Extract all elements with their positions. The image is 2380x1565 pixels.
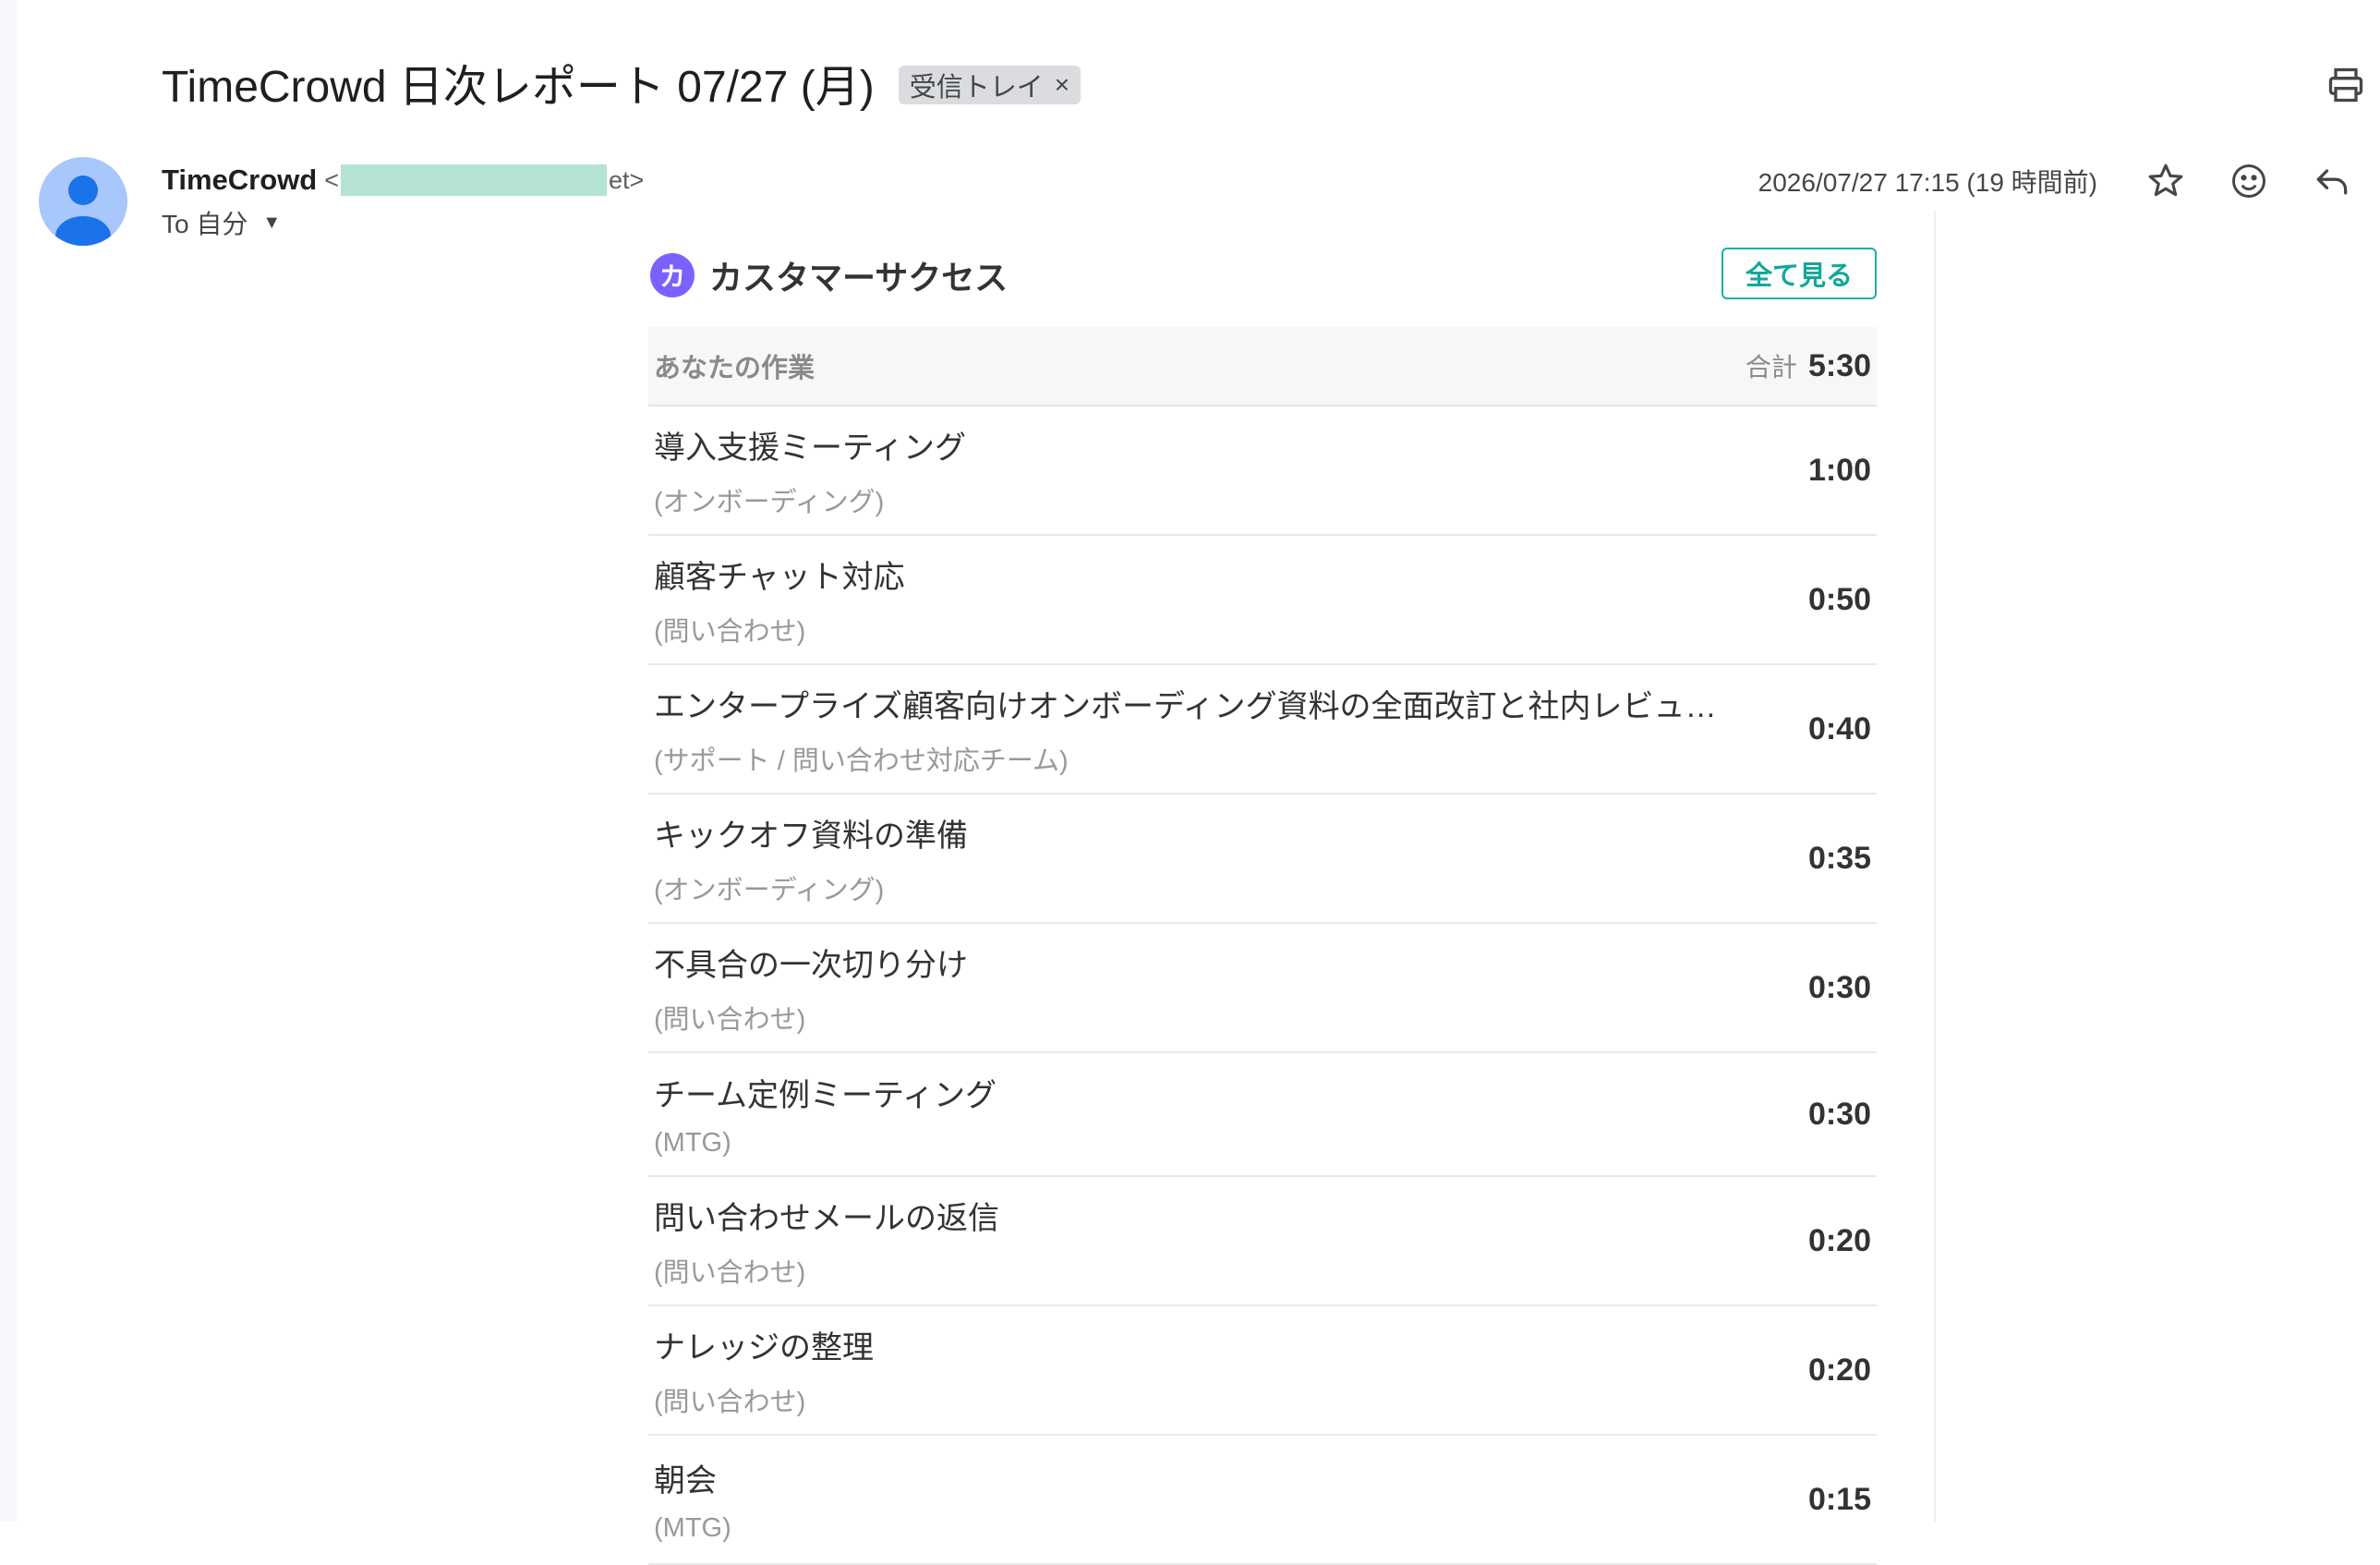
task-text: チーム定例ミーティング (MTG) [654,1070,997,1159]
email-subject: TimeCrowd 日次レポート 07/27 (月) [162,63,875,112]
sender-avatar[interactable] [39,157,127,246]
content-divider [1934,211,1936,1522]
task-duration: 0:40 [1807,710,1871,746]
total-label: 合計 [1745,353,1797,382]
message-datetime: 2026/07/27 17:15 (19 時間前) [1758,168,2097,197]
email-open-bracket: < [324,165,340,194]
task-name: キックオフ資料の準備 [654,818,968,854]
star-icon[interactable] [2145,161,2186,201]
task-row[interactable]: エンタープライズ顧客向けオンボーディング資料の全面改訂と社内レビュー... (サ… [648,665,1877,795]
task-duration: 0:35 [1807,840,1871,876]
task-text: キックオフ資料の準備 (オンボーディング) [654,810,968,907]
task-name: 不具合の一次切り分け [654,947,968,983]
task-text: エンタープライズ顧客向けオンボーディング資料の全面改訂と社内レビュー... (サ… [654,681,1734,778]
task-name: 問い合わせメールの返信 [654,1200,999,1236]
task-name: エンタープライズ顧客向けオンボーディング資料の全面改訂と社内レビュー... [654,688,1734,724]
task-duration: 0:30 [1807,1096,1871,1132]
reply-icon[interactable] [2312,161,2352,201]
task-category: (問い合わせ) [654,1004,806,1035]
remove-label-icon[interactable]: × [1055,70,1069,100]
inbox-label-chip[interactable]: 受信トレイ × [898,66,1081,104]
task-name: 導入支援ミーティング [654,430,966,466]
task-row[interactable]: 顧客チャット対応 (問い合わせ) 0:50 [648,536,1877,665]
sender-name[interactable]: TimeCrowd [162,164,317,197]
task-row[interactable]: キックオフ資料の準備 (オンボーディング) 0:35 [648,795,1877,924]
task-text: ナレッジの整理 (問い合わせ) [654,1322,874,1419]
summary-total: 合計 5:30 [1746,347,1871,384]
task-category: (問い合わせ) [654,616,806,647]
task-duration: 1:00 [1807,452,1871,488]
task-row[interactable]: ナレッジの整理 (問い合わせ) 0:20 [648,1306,1877,1436]
task-row[interactable]: 導入支援ミーティング (オンボーディング) 1:00 [648,406,1877,536]
task-row[interactable]: 朝会 (MTG) 0:15 [648,1436,1877,1565]
total-value: 5:30 [1807,348,1871,383]
report-card: カ カスタマーサクセス 全て見る あなたの作業 合計 5:30 導入支援ミーティ… [648,240,1877,1565]
email-suffix: et> [609,165,645,194]
task-duration: 0:20 [1807,1352,1871,1388]
team-header: カ カスタマーサクセス 全て見る [648,240,1877,327]
person-icon [55,176,111,246]
task-category: (サポート / 問い合わせ対応チーム) [654,746,1069,776]
task-category: (オンボーディング) [654,875,885,905]
inbox-label-text: 受信トレイ [909,73,1044,103]
task-row[interactable]: チーム定例ミーティング (MTG) 0:30 [648,1053,1877,1177]
task-category: (MTG) [654,1128,731,1158]
view-all-button[interactable]: 全て見る [1722,248,1877,299]
task-text: 問い合わせメールの返信 (問い合わせ) [654,1193,999,1290]
task-category: (MTG) [654,1513,731,1543]
recipient-row[interactable]: To 自分 ▼ [162,205,281,240]
task-text: 不具合の一次切り分け (問い合わせ) [654,940,968,1037]
task-category: (問い合わせ) [654,1257,806,1288]
team-name: カスタマーサクセス [709,259,1009,297]
printer-icon[interactable] [2326,65,2366,105]
task-name: ナレッジの整理 [654,1329,874,1365]
task-duration: 0:15 [1807,1481,1871,1517]
sender-row: TimeCrowd < et> [162,161,644,200]
task-duration: 0:50 [1807,581,1871,617]
sender-email: < et> [317,164,644,196]
task-name: 朝会 [654,1463,717,1498]
chevron-down-icon[interactable]: ▼ [262,212,281,234]
smiley-icon[interactable] [2229,161,2269,201]
task-text: 導入支援ミーティング (オンボーディング) [654,422,966,519]
task-name: 顧客チャット対応 [654,559,905,595]
summary-row: あなたの作業 合計 5:30 [648,327,1877,406]
team-badge: カ [650,253,695,297]
redacted-email [341,164,608,196]
subject-row: TimeCrowd 日次レポート 07/27 (月) 受信トレイ × [162,50,1081,115]
task-text: 顧客チャット対応 (問い合わせ) [654,552,905,649]
recipient-label: To 自分 [162,210,248,238]
task-text: 朝会 (MTG) [654,1455,731,1544]
message-actions: 2026/07/27 17:15 (19 時間前) [1758,159,2352,203]
task-duration: 0:20 [1807,1222,1871,1258]
task-category: (オンボーディング) [654,487,885,517]
task-row[interactable]: 問い合わせメールの返信 (問い合わせ) 0:20 [648,1177,1877,1306]
task-category: (問い合わせ) [654,1387,806,1417]
left-panel-edge [0,0,17,1522]
summary-label: あなたの作業 [654,354,815,383]
task-name: チーム定例ミーティング [654,1078,997,1113]
task-duration: 0:30 [1807,969,1871,1005]
task-row[interactable]: 不具合の一次切り分け (問い合わせ) 0:30 [648,924,1877,1053]
